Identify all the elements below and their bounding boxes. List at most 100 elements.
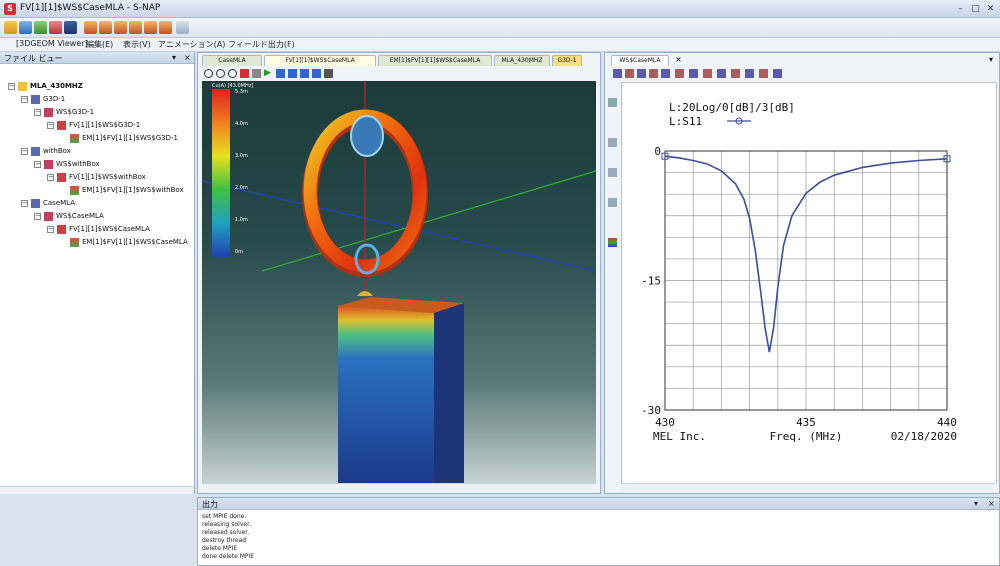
tree-item-label[interactable]: CaseMLA	[43, 198, 75, 208]
user-icon-1[interactable]	[84, 21, 97, 34]
tree-expander[interactable]: −	[34, 161, 41, 168]
zoom-out-icon[interactable]	[216, 69, 225, 78]
tab-casemla[interactable]: CaseMLA	[202, 55, 262, 66]
graph-tool-icon-3[interactable]	[637, 69, 646, 78]
open-icon[interactable]	[19, 21, 32, 34]
minimize-icon[interactable]: –	[955, 4, 966, 14]
play-icon[interactable]: ▶	[264, 68, 271, 78]
zoom-in-icon[interactable]	[204, 69, 213, 78]
app-icon: S	[4, 3, 16, 15]
tree-expander[interactable]: −	[8, 83, 15, 90]
s11-chart[interactable]: L:20Log/0[dB]/3[dB] L:S11 0 -15 -30 430 435 440…	[621, 82, 997, 487]
tab-ws-casemla[interactable]: WS$CaseMLA	[611, 55, 669, 66]
graph-scrollbar[interactable]	[621, 483, 997, 491]
graph-tool-icon-6[interactable]	[675, 69, 684, 78]
side-tool-icon-5[interactable]	[608, 238, 617, 247]
workspace-icon	[44, 212, 53, 221]
side-tool-icon-1[interactable]	[608, 98, 617, 107]
graph-tool-icon-1[interactable]	[613, 69, 622, 78]
output-close-icon[interactable]: ×	[988, 499, 995, 508]
tree-item-label[interactable]: FV[1][1]$WS$withBox	[69, 172, 146, 182]
menu-edit[interactable]: 編集(E)	[86, 39, 113, 50]
step-forward-icon[interactable]	[288, 69, 297, 78]
output-panel: 出力 ▾ × set MPIE done. releasing solver.. r…	[197, 497, 1000, 566]
graph-tool-icon-7[interactable]	[689, 69, 698, 78]
tree-item-label[interactable]: EM[1]$FV[1][1]$WS$CaseMLA	[82, 237, 188, 247]
graph-tool-icon-13[interactable]	[773, 69, 782, 78]
tree-expander[interactable]: −	[34, 109, 41, 116]
tree-item-label[interactable]: withBox	[43, 146, 71, 156]
box-front	[338, 306, 434, 483]
tab-fv-1-1-ws-casemla[interactable]: FV[1][1]$WS$CaseMLA	[264, 55, 376, 66]
graph-tool-icon-5[interactable]	[661, 69, 670, 78]
tree-item-label[interactable]: FV[1][1]$WS$CaseMLA	[69, 224, 150, 234]
tab-close-icon[interactable]: ×	[675, 55, 682, 64]
stop-icon[interactable]	[252, 69, 261, 78]
tree-item-label[interactable]: MLA_430MHZ	[30, 81, 83, 91]
grid-icon[interactable]	[34, 21, 47, 34]
pin-icon[interactable]: ▾	[172, 53, 176, 62]
tab-mla-430mhz[interactable]: MLA_430MHZ	[494, 55, 550, 66]
record-icon[interactable]	[240, 69, 249, 78]
maximize-icon[interactable]: □	[970, 4, 981, 14]
graph-tool-icon-2[interactable]	[625, 69, 634, 78]
close-icon[interactable]: ✕	[985, 4, 996, 14]
graph-tool-icon-8[interactable]	[703, 69, 712, 78]
tree-expander[interactable]: −	[47, 226, 54, 233]
new-icon[interactable]	[4, 21, 17, 34]
tree-item-label[interactable]: FV[1][1]$WS$G3D-1	[69, 120, 140, 130]
output-line: destroy thread	[202, 537, 247, 544]
x-tick-label: 435	[796, 416, 816, 429]
y-tick-label: -15	[641, 275, 661, 288]
user-icon-3[interactable]	[114, 21, 127, 34]
tab-menu-icon[interactable]: ▾	[989, 55, 993, 64]
menu-3dgeom-viewer[interactable]: [3DGEOM Viewer]	[16, 39, 88, 48]
panel-close-icon[interactable]: ×	[184, 53, 191, 62]
tree-expander[interactable]: −	[47, 122, 54, 129]
graph-tool-icon-10[interactable]	[731, 69, 740, 78]
chart-icon[interactable]	[49, 21, 62, 34]
tree-expander[interactable]: −	[34, 213, 41, 220]
tree-item-label[interactable]: EM[1]$FV[1][1]$WS$withBox	[82, 185, 184, 195]
legend-label: 0m	[235, 249, 244, 255]
tab-em-1-fv-1-1-ws-casemla[interactable]: EM[1]$FV[1][1]$WS$CaseMLA	[378, 55, 492, 66]
user-icon-4[interactable]	[129, 21, 142, 34]
menu-view[interactable]: 表示(V)	[123, 39, 151, 50]
zoom-fit-icon[interactable]	[228, 69, 237, 78]
file-view-header: ファイル ビュー ▾ ×	[0, 52, 194, 64]
horizontal-scrollbar[interactable]	[0, 486, 194, 494]
user-icon-2[interactable]	[99, 21, 112, 34]
tree-expander[interactable]: −	[21, 96, 28, 103]
graph-tool-icon-9[interactable]	[717, 69, 726, 78]
menu-field-output[interactable]: フィールド出力(F)	[228, 39, 295, 50]
tree-item-label[interactable]: WS$G3D-1	[56, 107, 94, 117]
help-icon[interactable]	[176, 21, 189, 34]
user-icon-6[interactable]	[159, 21, 172, 34]
graph-tool-icon-11[interactable]	[745, 69, 754, 78]
3d-scene	[202, 81, 596, 483]
side-tool-icon-3[interactable]	[608, 168, 617, 177]
save-icon[interactable]	[64, 21, 77, 34]
tab-g3d-1[interactable]: G3D-1	[552, 55, 582, 66]
graph-tool-icon-4[interactable]	[649, 69, 658, 78]
user-icon-5[interactable]	[144, 21, 157, 34]
viewer-scrollbar[interactable]	[202, 483, 596, 491]
tree-item-label[interactable]: WS$CaseMLA	[56, 211, 104, 221]
first-frame-icon[interactable]	[300, 69, 309, 78]
output-pin-icon[interactable]: ▾	[974, 499, 978, 508]
step-back-icon[interactable]	[276, 69, 285, 78]
tree-item-label[interactable]: G3D-1	[43, 94, 65, 104]
menu-animation[interactable]: アニメーション(A)	[158, 39, 225, 50]
tree-item-label[interactable]: WS$withBox	[56, 159, 100, 169]
output-line: released solver.	[202, 529, 250, 536]
settings-icon[interactable]	[324, 69, 333, 78]
graph-tool-icon-12[interactable]	[759, 69, 768, 78]
tree-expander[interactable]: −	[21, 148, 28, 155]
3d-viewport[interactable]: Cu(A) [43.0MHz] 5.3m 4.0m 3.0m 2.0m 1.0m 0m	[202, 81, 596, 483]
tree-item-label[interactable]: EM[1]$FV[1][1]$WS$G3D-1	[82, 133, 178, 143]
side-tool-icon-4[interactable]	[608, 198, 617, 207]
last-frame-icon[interactable]	[312, 69, 321, 78]
side-tool-icon-2[interactable]	[608, 138, 617, 147]
tree-expander[interactable]: −	[47, 174, 54, 181]
tree-expander[interactable]: −	[21, 200, 28, 207]
